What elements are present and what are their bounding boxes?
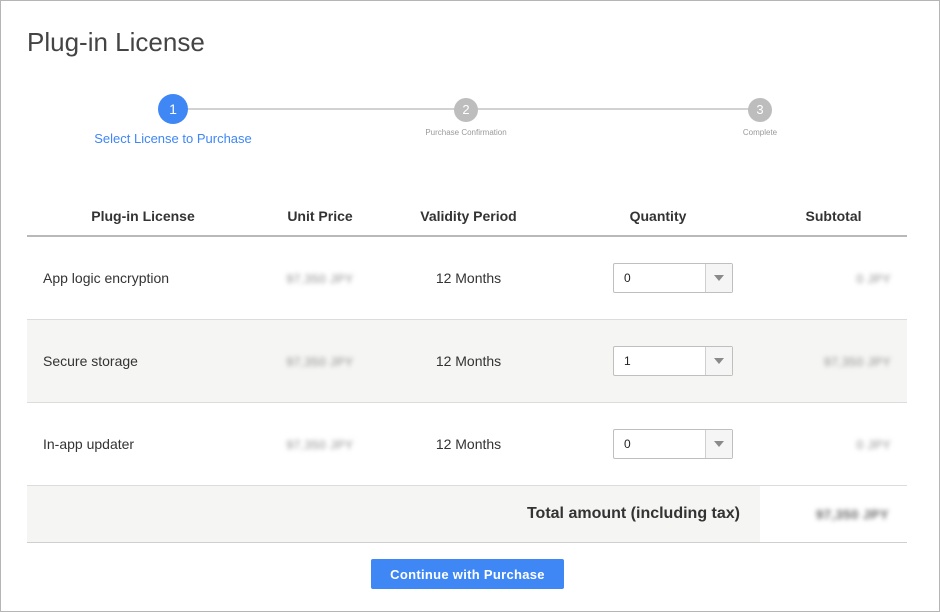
chevron-down-icon[interactable] bbox=[705, 430, 732, 458]
chevron-down-icon[interactable] bbox=[705, 264, 732, 292]
step-1-circle: 1 bbox=[158, 94, 188, 124]
subtotal: 0 JPY bbox=[856, 438, 891, 452]
quantity-cell: 0 bbox=[556, 402, 760, 486]
quantity-select[interactable]: 1 bbox=[613, 346, 733, 376]
license-name: App logic encryption bbox=[27, 236, 259, 320]
validity-period: 12 Months bbox=[381, 236, 556, 320]
unit-price-cell: 97,350 JPY bbox=[259, 402, 381, 486]
license-name: Secure storage bbox=[27, 319, 259, 403]
table-row: In-app updater 97,350 JPY 12 Months 0 0 … bbox=[27, 402, 907, 486]
unit-price-cell: 97,350 JPY bbox=[259, 319, 381, 403]
total-row: Total amount (including tax) 97,350 JPY bbox=[27, 485, 907, 543]
unit-price: 97,350 JPY bbox=[286, 272, 354, 286]
step-1-label: Select License to Purchase bbox=[94, 131, 252, 146]
quantity-cell: 0 bbox=[556, 236, 760, 320]
unit-price: 97,350 JPY bbox=[286, 438, 354, 452]
header-license: Plug-in License bbox=[27, 197, 259, 237]
license-name: In-app updater bbox=[27, 402, 259, 486]
step-2-label: Purchase Confirmation bbox=[425, 128, 507, 137]
total-value: 97,350 JPY bbox=[816, 507, 889, 522]
step-3: 3 Complete bbox=[660, 95, 860, 137]
chevron-down-icon[interactable] bbox=[705, 347, 732, 375]
validity-period: 12 Months bbox=[381, 402, 556, 486]
quantity-select[interactable]: 0 bbox=[613, 263, 733, 293]
step-3-label: Complete bbox=[742, 128, 778, 137]
step-3-circle: 3 bbox=[748, 98, 772, 122]
purchase-stepper: 1 Select License to Purchase 2 Purchase … bbox=[1, 94, 939, 155]
page-title: Plug-in License bbox=[27, 27, 205, 57]
header-validity: Validity Period bbox=[381, 197, 556, 237]
step-2-circle: 2 bbox=[454, 98, 478, 122]
total-label: Total amount (including tax) bbox=[27, 485, 760, 543]
table-header-row: Plug-in License Unit Price Validity Peri… bbox=[27, 197, 907, 237]
subtotal: 97,350 JPY bbox=[823, 355, 891, 369]
validity-period: 12 Months bbox=[381, 319, 556, 403]
quantity-select[interactable]: 0 bbox=[613, 429, 733, 459]
continue-purchase-button[interactable]: Continue with Purchase bbox=[371, 559, 564, 589]
header-quantity: Quantity bbox=[556, 197, 760, 237]
subtotal-cell: 0 JPY bbox=[760, 236, 907, 320]
step-2: 2 Purchase Confirmation bbox=[366, 95, 566, 137]
quantity-cell: 1 bbox=[556, 319, 760, 403]
quantity-value: 0 bbox=[624, 271, 631, 285]
table-row: Secure storage 97,350 JPY 12 Months 1 97… bbox=[27, 319, 907, 403]
table-row: App logic encryption 97,350 JPY 12 Month… bbox=[27, 236, 907, 320]
step-1: 1 Select License to Purchase bbox=[73, 94, 273, 146]
license-window: Plug-in License 1 Select License to Purc… bbox=[0, 0, 940, 612]
header-unit-price: Unit Price bbox=[259, 197, 381, 237]
header-subtotal: Subtotal bbox=[760, 197, 907, 237]
unit-price: 97,350 JPY bbox=[286, 355, 354, 369]
total-value-cell: 97,350 JPY bbox=[760, 485, 907, 543]
subtotal-cell: 97,350 JPY bbox=[760, 319, 907, 403]
subtotal-cell: 0 JPY bbox=[760, 402, 907, 486]
quantity-value: 1 bbox=[624, 354, 631, 368]
unit-price-cell: 97,350 JPY bbox=[259, 236, 381, 320]
subtotal: 0 JPY bbox=[856, 272, 891, 286]
quantity-value: 0 bbox=[624, 437, 631, 451]
license-table: Plug-in License Unit Price Validity Peri… bbox=[27, 197, 907, 543]
